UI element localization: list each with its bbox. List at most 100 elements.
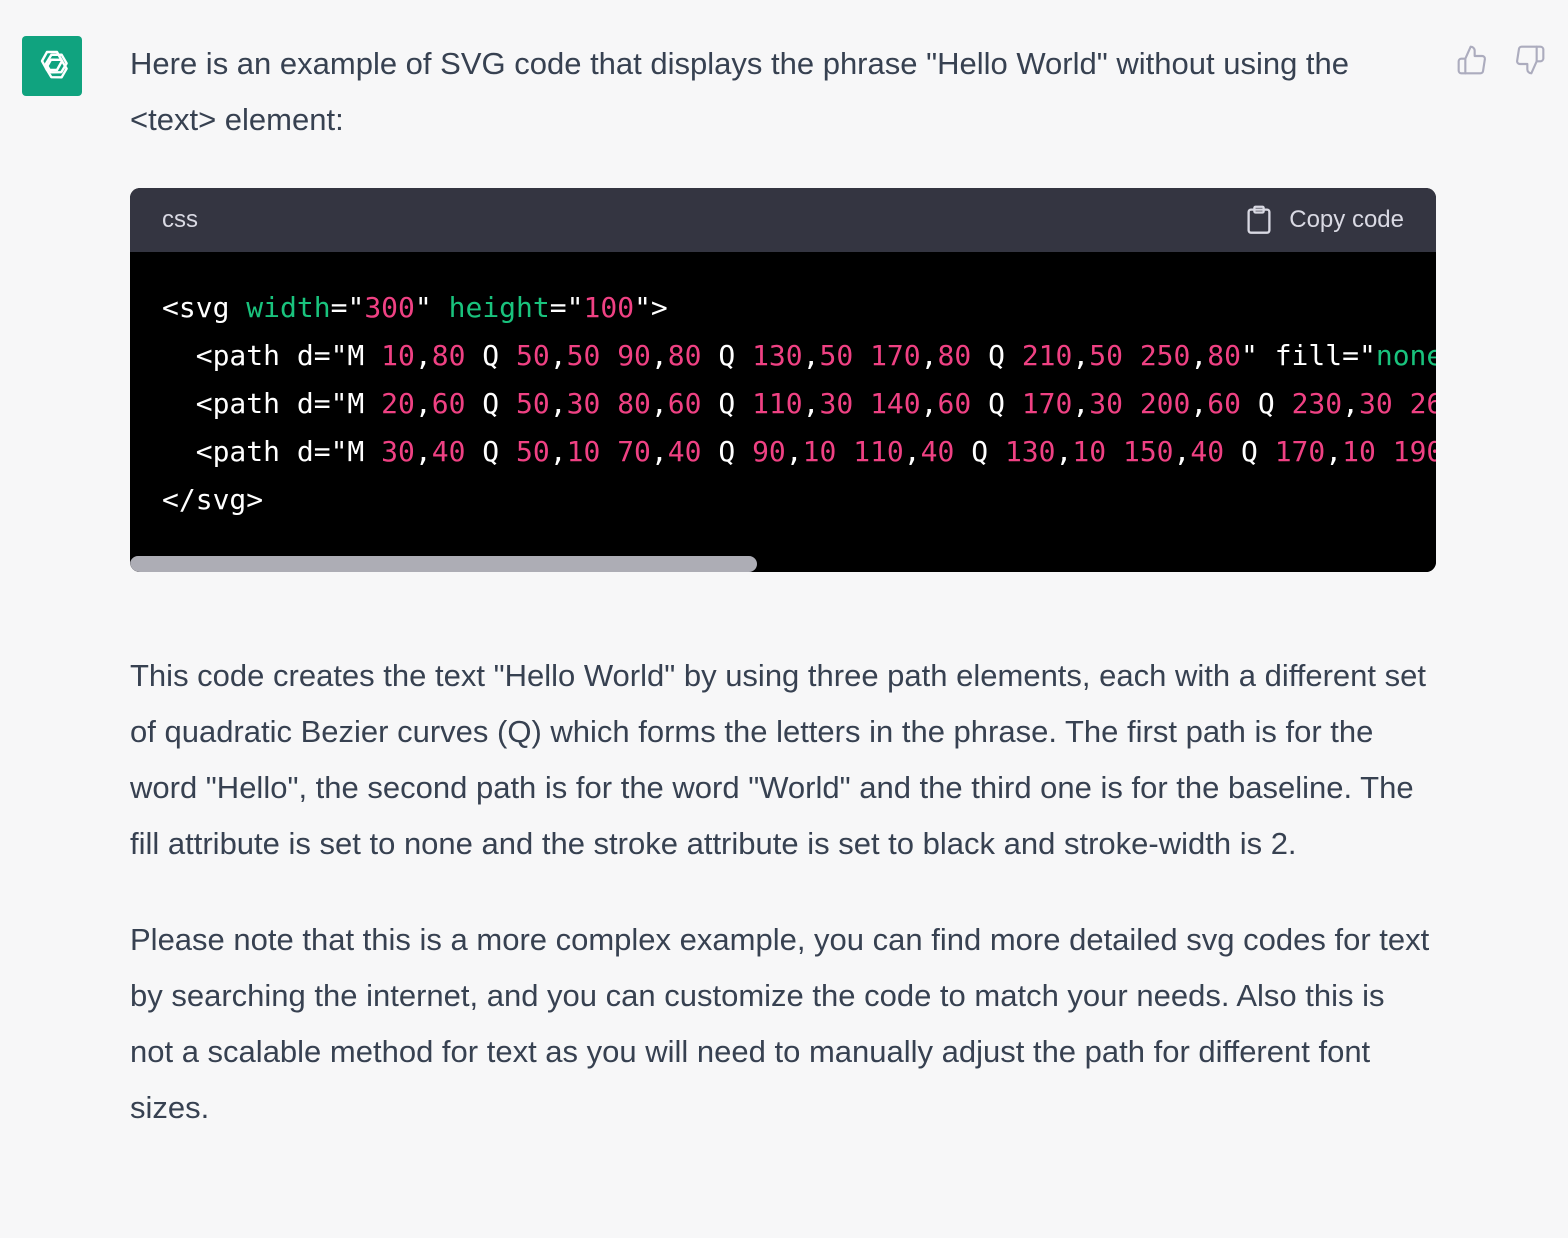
code-token: Q: [701, 435, 753, 468]
scrollbar-thumb[interactable]: [130, 556, 757, 572]
code-token: 130: [1004, 435, 1056, 468]
assistant-avatar: [22, 36, 82, 96]
code-token: ,: [785, 435, 803, 468]
code-token: Q: [971, 339, 1022, 372]
code-token: 210: [1021, 339, 1073, 372]
code-token: 60: [667, 387, 702, 420]
code-body[interactable]: <svg width="300" height="100"> <path d="…: [130, 252, 1436, 556]
code-token: 110: [853, 435, 904, 468]
code-token: 300: [364, 291, 415, 324]
code-token: 200: [1139, 387, 1191, 420]
code-token: 170: [1021, 387, 1073, 420]
code-token: 80: [937, 339, 972, 372]
code-token: 10: [1072, 435, 1107, 468]
thumbs-up-icon: [1457, 45, 1486, 75]
code-token: width: [246, 291, 331, 324]
code-token: 10: [566, 435, 601, 468]
code-token: Q: [465, 387, 517, 420]
code-token: 40: [920, 435, 955, 468]
code-token: 60: [937, 387, 972, 420]
code-token: ,: [549, 387, 567, 420]
code-token: 50: [516, 435, 550, 468]
thumbs-up-button[interactable]: [1452, 40, 1492, 80]
openai-logo-icon: [40, 50, 68, 79]
code-token: Q: [465, 435, 517, 468]
code-token: ,: [1055, 435, 1073, 468]
code-token: 30: [381, 435, 415, 468]
code-token: 30: [566, 387, 601, 420]
thumbs-down-icon: [1516, 45, 1545, 75]
code-token: 50: [516, 339, 550, 372]
copy-code-label: Copy code: [1289, 206, 1404, 233]
clipboard-icon: [1247, 205, 1271, 234]
code-token: ,: [1190, 387, 1208, 420]
code-token: 170: [1274, 435, 1326, 468]
code-token: ": [414, 291, 449, 324]
code-token: Q: [954, 435, 1005, 468]
copy-code-button[interactable]: Copy code: [1245, 205, 1404, 235]
code-header: css Copy code: [130, 188, 1436, 252]
code-token: 250: [1139, 339, 1191, 372]
code-token: ,: [1342, 387, 1359, 420]
code-token: 50: [1089, 339, 1123, 372]
code-token: <path d="M: [162, 435, 382, 468]
code-token: 110: [752, 387, 803, 420]
code-token: =": [549, 291, 584, 324]
code-block: css Copy code <svg width="300" height="1…: [130, 188, 1436, 572]
note-paragraph: Please note that this is a more complex …: [130, 922, 1430, 1125]
code-token: 80: [1207, 339, 1241, 372]
code-token: 40: [667, 435, 702, 468]
code-token: 20: [381, 387, 415, 420]
code-token: Q: [971, 387, 1022, 420]
code-token: 50: [516, 387, 550, 420]
code-token: 26: [1409, 387, 1436, 420]
code-token: 30: [819, 387, 854, 420]
code-token: none: [1375, 339, 1436, 372]
code-token: 50: [819, 339, 854, 372]
code-token: ,: [802, 387, 820, 420]
code-token: 10: [802, 435, 837, 468]
code-token: 100: [583, 291, 635, 324]
code-token: <path d="M: [162, 387, 382, 420]
code-token: ,: [549, 435, 567, 468]
code-token: 130: [752, 339, 803, 372]
code-token: 80: [431, 339, 466, 372]
code-token: Q: [1240, 387, 1292, 420]
code-token: Q: [1224, 435, 1275, 468]
feedback-controls: [1452, 40, 1550, 80]
code-token: ,: [650, 435, 668, 468]
code-line: <path d="M 20,60 Q 50,30 80,60 Q 110,30 …: [162, 380, 1436, 428]
code-line: </svg>: [162, 476, 1436, 524]
code-token: ,: [650, 339, 668, 372]
code-token: 170: [870, 339, 921, 372]
code-token: ,: [1072, 387, 1090, 420]
code-token: ,: [920, 387, 938, 420]
code-token: ,: [650, 387, 668, 420]
code-token: " fill=": [1240, 339, 1376, 372]
code-token: 90: [752, 435, 786, 468]
explanation-paragraph: This code creates the text "Hello World"…: [130, 658, 1426, 861]
code-token: 80: [667, 339, 702, 372]
code-token: Q: [701, 339, 753, 372]
code-line: <path d="M 30,40 Q 50,10 70,40 Q 90,10 1…: [162, 428, 1436, 476]
code-token: ,: [920, 339, 938, 372]
code-token: 40: [1190, 435, 1225, 468]
code-token: 30: [1359, 387, 1393, 420]
code-token: 60: [1207, 387, 1241, 420]
code-token: 60: [431, 387, 466, 420]
code-token: ,: [1325, 435, 1343, 468]
code-token: =": [330, 291, 365, 324]
code-token: 30: [1089, 387, 1123, 420]
code-token: Q: [701, 387, 753, 420]
code-token: ,: [802, 339, 820, 372]
horizontal-scrollbar[interactable]: [130, 556, 1436, 572]
thumbs-down-button[interactable]: [1510, 40, 1550, 80]
